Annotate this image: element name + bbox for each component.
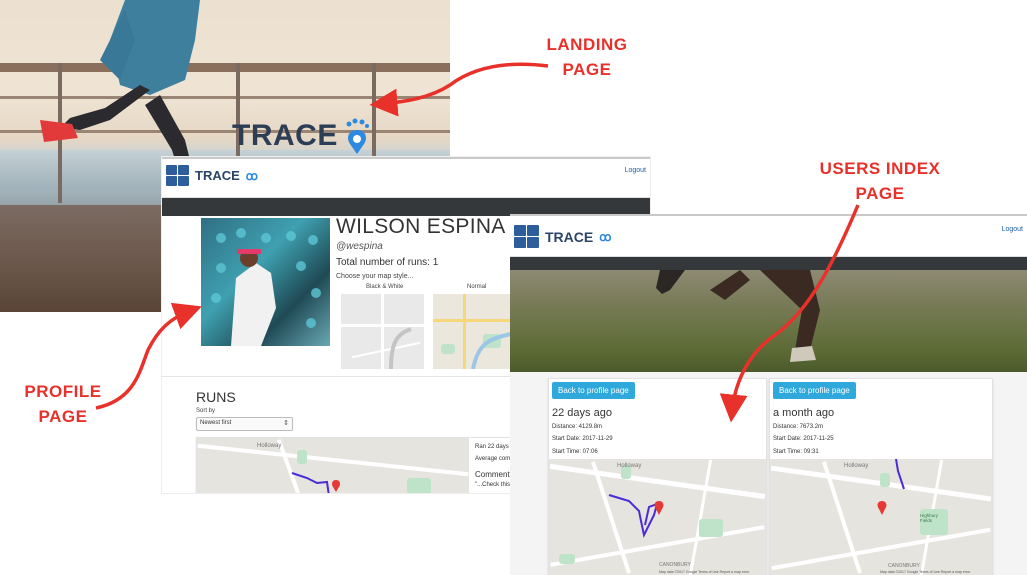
- annotation-line: PAGE: [562, 60, 612, 79]
- users-index-annotation: USERS INDEX PAGE: [805, 156, 955, 206]
- annotation-line: PAGE: [855, 184, 905, 203]
- arrow-to-landing: [369, 62, 549, 117]
- landing-page-annotation: LANDING PAGE: [534, 32, 640, 82]
- annotation-line: USERS INDEX: [819, 159, 941, 178]
- profile-page-annotation: PROFILE PAGE: [8, 379, 118, 429]
- annotation-line: LANDING: [546, 35, 628, 54]
- arrow-to-users-index: [719, 204, 860, 423]
- annotation-line: PROFILE: [24, 382, 102, 401]
- annotation-line: PAGE: [38, 407, 88, 426]
- annotation-arrows: [95, 62, 860, 423]
